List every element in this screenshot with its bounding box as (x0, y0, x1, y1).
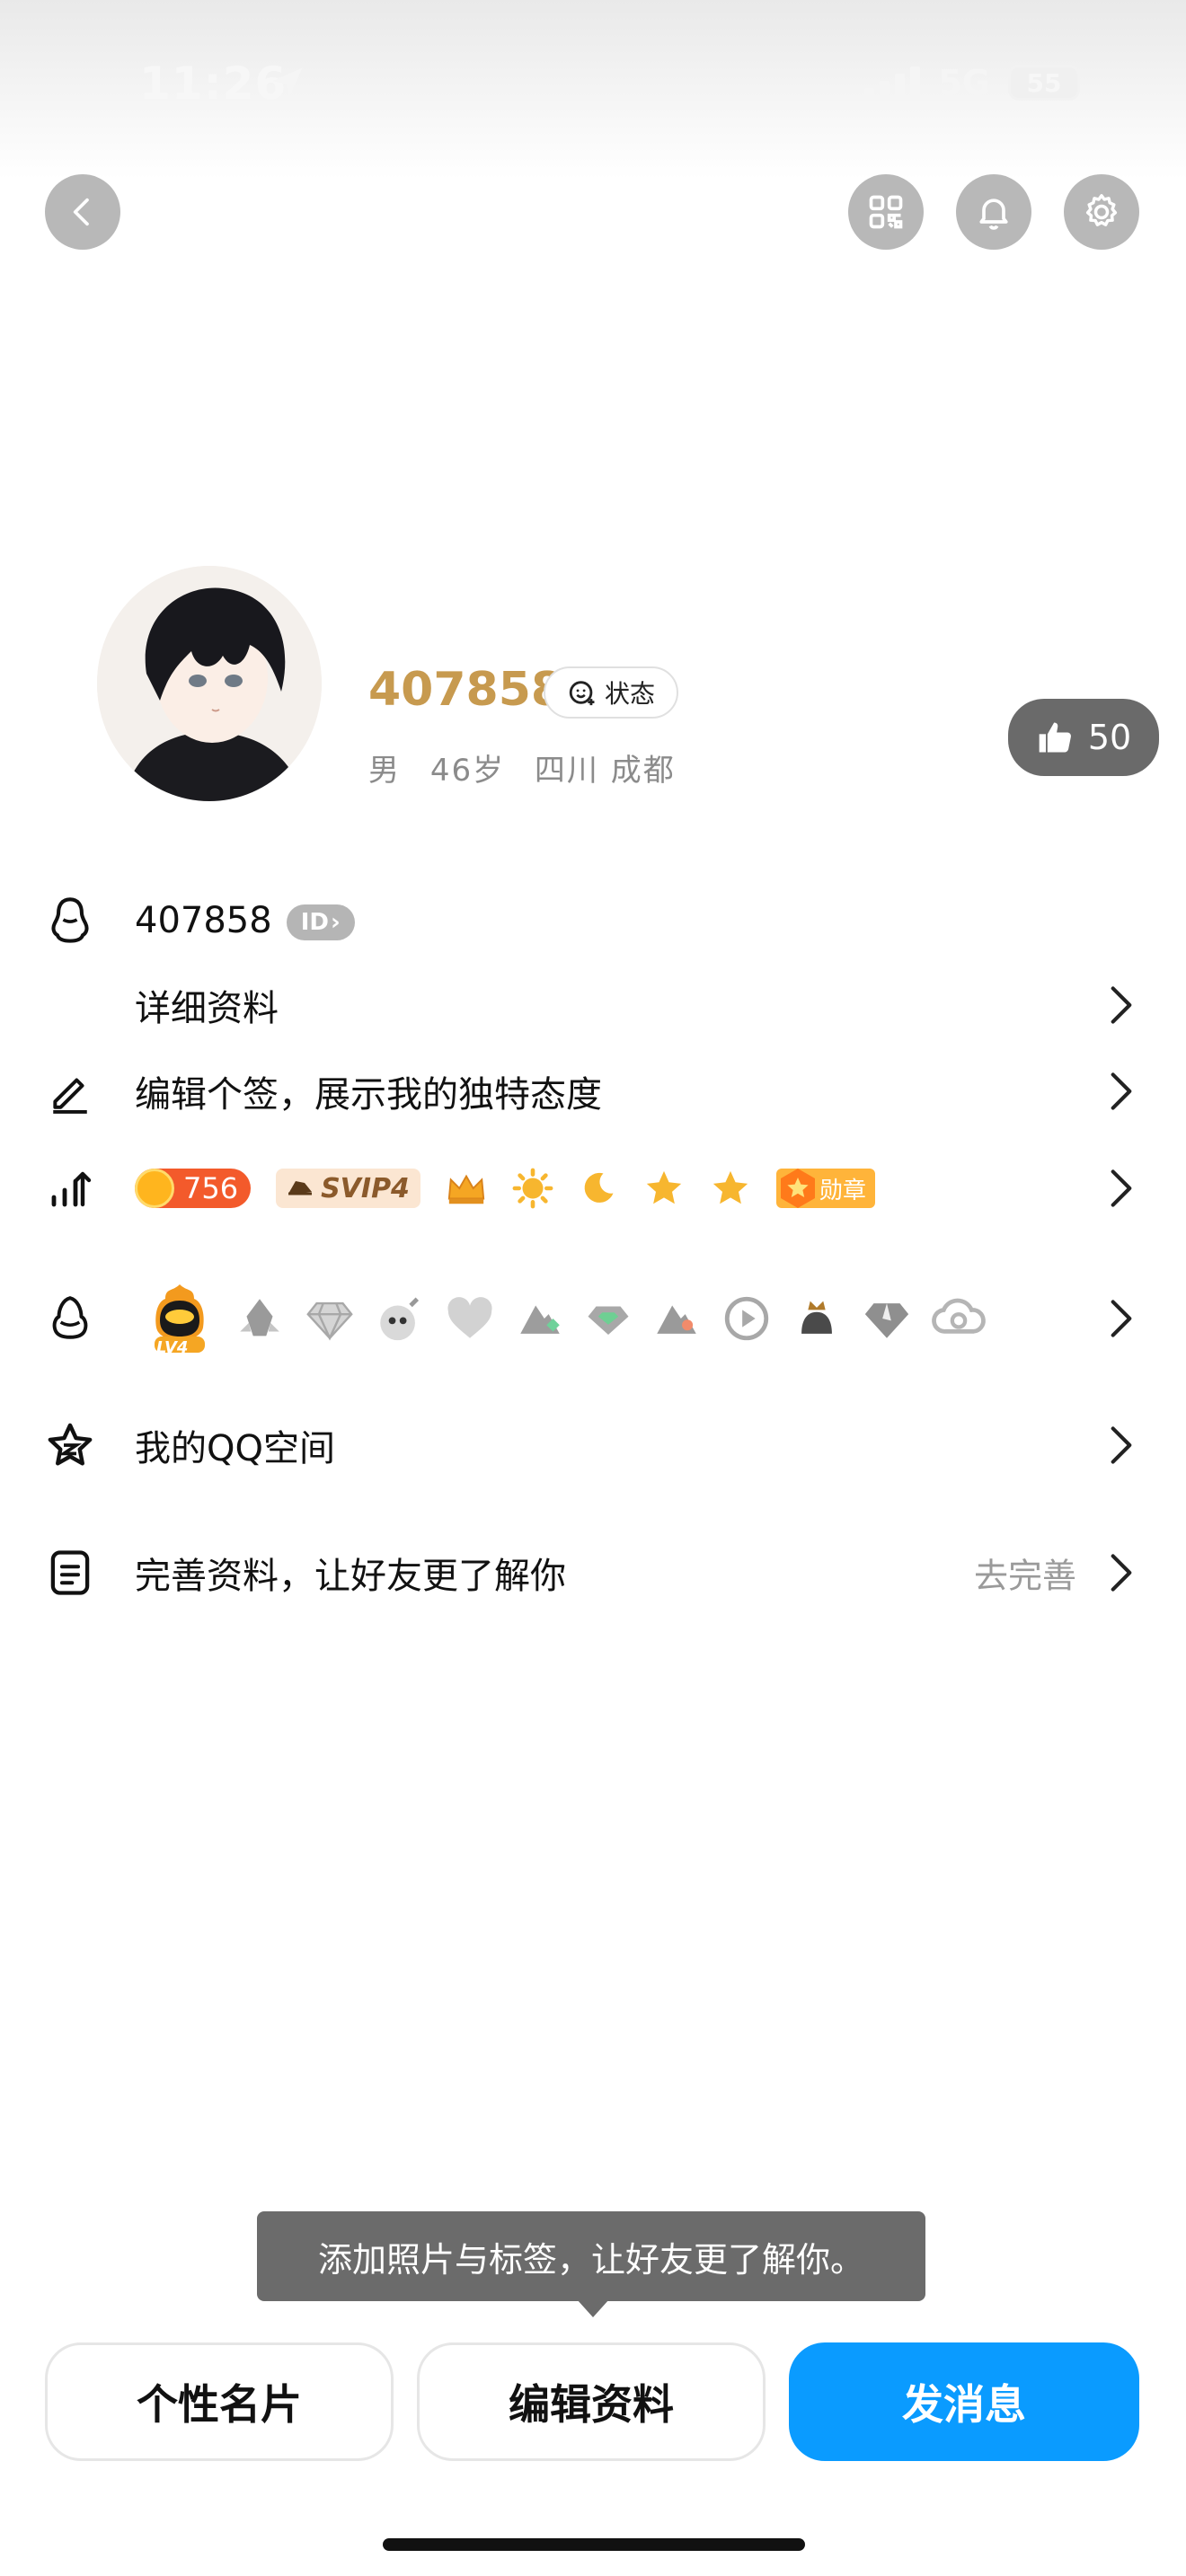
chevron-right-icon (1103, 1296, 1139, 1341)
signal-icon (864, 65, 921, 101)
svip-label: SVIP4 (321, 1172, 410, 1204)
qr-code-button[interactable] (848, 174, 924, 250)
gray-bomb-face-icon[interactable] (374, 1292, 426, 1345)
signature-text: 编辑个签，展示我的独特态度 (135, 1074, 602, 1116)
gray-hill-icon[interactable] (651, 1292, 703, 1345)
penguin-icon (45, 895, 95, 946)
gender: 男 (368, 753, 401, 789)
network-type: 5G (938, 63, 990, 102)
status-label: 状态 (604, 679, 655, 709)
gray-green-diamond-icon[interactable] (584, 1294, 633, 1343)
gray-gem-icon[interactable] (861, 1292, 913, 1345)
coin-count: 756 (183, 1171, 239, 1205)
chevron-right-icon (1103, 1550, 1139, 1595)
location: 四川 成都 (534, 753, 676, 789)
status-time: 11:26 (139, 57, 288, 110)
profile-page: 11:26 5G 55 407858 状态 男 46岁 四川 成都 50 407… (0, 0, 1186, 2576)
coin-icon (135, 1169, 174, 1208)
medal-label: 勋章 (819, 1177, 866, 1204)
detail-label: 详细资料 (135, 988, 279, 1029)
status-button[interactable]: 状态 (544, 666, 678, 719)
gray-diamond-icon[interactable] (304, 1292, 356, 1345)
complete-profile-text: 完善资料，让好友更了解你 (135, 1556, 566, 1597)
tooltip[interactable]: 添加照片与标签，让好友更了解你。 (257, 2211, 925, 2301)
moon-icon (584, 1172, 614, 1203)
location-arrow-icon (272, 67, 303, 98)
vip-badges-row[interactable]: 756 SVIP4 勋章 (0, 1148, 1186, 1229)
like-count: 50 (1087, 718, 1132, 757)
profile-meta: 男 46岁 四川 成都 (368, 745, 694, 790)
chevron-right-icon (1103, 1423, 1139, 1468)
qq-number-text: 407858 (135, 900, 272, 941)
complete-profile-row[interactable]: 完善资料，让好友更了解你 去完善 (0, 1532, 1186, 1613)
coin-badge[interactable]: 756 (135, 1169, 252, 1208)
gray-penguin-crown-icon[interactable] (791, 1292, 843, 1345)
battery-icon: 55 (1008, 65, 1080, 101)
complete-profile-action[interactable]: 去完善 (974, 1548, 1076, 1598)
edit-profile-button[interactable]: 编辑资料 (417, 2342, 766, 2461)
qq-number: 407858 ID › (135, 900, 355, 941)
services-row[interactable]: LV4 (0, 1274, 1186, 1363)
lv4-label: LV4 (156, 1338, 189, 1357)
bell-icon (979, 198, 1008, 230)
star-icon (646, 1170, 682, 1204)
settings-button[interactable] (1064, 174, 1139, 250)
medal-hexagon-icon (780, 1169, 815, 1208)
thumbs-up-icon (1039, 722, 1071, 753)
crown-icon (447, 1174, 485, 1204)
avatar-illustration (97, 566, 322, 801)
send-message-button[interactable]: 发消息 (789, 2342, 1139, 2461)
qzone-row[interactable]: 我的QQ空间 (0, 1405, 1186, 1486)
gray-play-icon[interactable] (721, 1292, 773, 1345)
star-outline-icon (45, 1420, 95, 1470)
service-icons: LV4 (144, 1281, 987, 1357)
svip-badge[interactable]: SVIP4 (276, 1169, 420, 1208)
id-badge[interactable]: ID › (286, 904, 355, 940)
home-indicator[interactable] (383, 2538, 805, 2551)
gray-cloud-icon[interactable] (931, 1292, 987, 1345)
sun-icon (512, 1168, 553, 1209)
like-button[interactable]: 50 (1008, 699, 1159, 776)
svip-hat-icon (288, 1181, 313, 1195)
star-icon (712, 1170, 748, 1204)
detail-row[interactable]: 详细资料 (0, 965, 1186, 1045)
chevron-right-icon (1103, 983, 1139, 1028)
qq-number-row[interactable]: 407858 ID › (0, 880, 1186, 961)
medal-badge[interactable]: 勋章 (775, 1169, 875, 1208)
pencil-icon (45, 1066, 95, 1116)
chevron-right-icon (1103, 1166, 1139, 1211)
growth-chart-icon (45, 1163, 95, 1213)
age: 46岁 (429, 753, 506, 789)
penguin-hat-icon (45, 1293, 95, 1344)
qr-code-icon (869, 195, 903, 229)
document-icon (45, 1548, 95, 1598)
tooltip-arrow (577, 2299, 609, 2317)
back-icon (73, 198, 89, 226)
notification-button[interactable] (956, 174, 1031, 250)
status-right: 5G 55 (864, 63, 1080, 102)
nickname: 407858 (368, 663, 564, 717)
settings-gear-icon (1085, 194, 1118, 226)
gray-heart-icon[interactable] (444, 1292, 496, 1345)
qzone-label: 我的QQ空间 (135, 1428, 335, 1469)
profile-card-button[interactable]: 个性名片 (45, 2342, 394, 2461)
avatar[interactable] (97, 566, 322, 801)
signature-row[interactable]: 编辑个签，展示我的独特态度 (0, 1051, 1186, 1132)
badge-list: 756 SVIP4 勋章 (135, 1168, 875, 1209)
lv4-penguin-icon[interactable]: LV4 (144, 1281, 216, 1357)
chevron-right-small-icon: › (330, 909, 341, 936)
gray-rocket-icon[interactable] (234, 1292, 286, 1345)
back-button[interactable] (45, 174, 120, 250)
smile-add-icon (569, 681, 595, 706)
gray-mountain-gem-icon[interactable] (514, 1292, 566, 1345)
id-badge-label: ID (300, 909, 329, 936)
chevron-right-icon (1103, 1069, 1139, 1114)
